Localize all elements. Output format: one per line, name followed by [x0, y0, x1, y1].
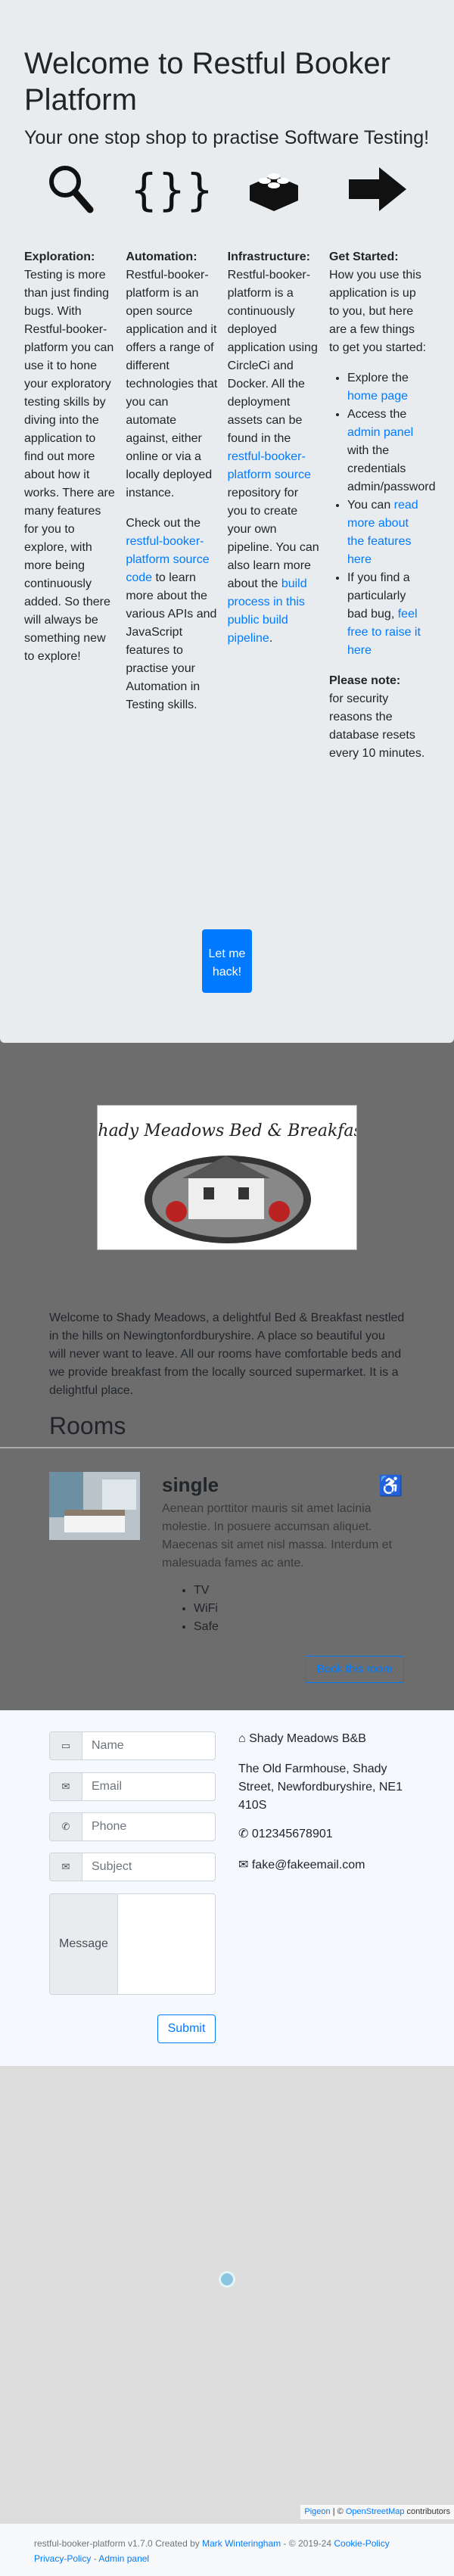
list-item: You can read more about the features her…	[347, 496, 427, 569]
cookie-policy-link[interactable]: Cookie-Policy	[334, 2538, 389, 2549]
search-icon	[24, 163, 117, 227]
list-item: Explore the home page	[347, 369, 427, 406]
lego-brick-icon	[228, 163, 320, 227]
page-title: Welcome to Restful Booker Platform	[24, 47, 390, 117]
admin-panel-link[interactable]: admin panel	[347, 426, 413, 439]
home-page-link[interactable]: home page	[347, 390, 408, 403]
get-started-text: How you use this application is up to yo…	[328, 269, 427, 354]
phone-icon: ✆	[238, 1828, 252, 1840]
list-item: Access the admin panel with the credenti…	[347, 406, 436, 496]
room-image	[49, 1472, 140, 1540]
footer: restful-booker-platform v1.7.0 Created b…	[0, 2524, 454, 2576]
message-field[interactable]: Message	[49, 1893, 216, 1995]
automation-text-2b: to learn more about the various APIs and…	[126, 571, 217, 711]
business-phone: ✆ 012345678901	[238, 1828, 333, 1840]
infrastructure-text-a: Restful-booker-platform is a continuousl…	[227, 269, 318, 445]
get-started-column: Get Started: How you use this application…	[329, 163, 436, 775]
pigeon-link[interactable]: Pigeon	[304, 2507, 330, 2516]
map-attribution: Pigeon | © OpenStreetMap contributors	[300, 2505, 454, 2519]
subject-field[interactable]: ✉ Subject	[49, 1853, 216, 1881]
message-label: Message	[50, 1894, 118, 1994]
room-type: single	[162, 1473, 219, 1496]
page-lead: Your one stop shop to practise Software …	[24, 127, 430, 148]
room-features: TV WiFi Safe	[180, 1582, 219, 1636]
envelope-icon: ✉	[50, 1853, 82, 1881]
infrastructure-column: Infrastructure: Restful-booker-platform i…	[228, 163, 329, 775]
get-started-heading: Get Started:	[328, 250, 399, 263]
phone-field[interactable]: ✆ Phone	[49, 1812, 216, 1841]
welcome-paragraph: Welcome to Shady Meadows, a delightful B…	[49, 1311, 405, 1397]
id-card-icon: ▭	[50, 1732, 82, 1759]
note-heading: Please note:	[328, 674, 401, 687]
automation-column: {}} Automation: Restful-booker-platform i…	[126, 163, 227, 775]
envelope-icon: ✉	[50, 1773, 82, 1800]
email-field[interactable]: ✉ Email	[49, 1772, 216, 1801]
book-room-button[interactable]: Book this room	[305, 1656, 404, 1683]
map-marker-icon[interactable]	[219, 2271, 235, 2288]
exploration-heading: Exploration:	[24, 250, 95, 263]
exploration-column: Exploration: Testing is more than just fi…	[24, 163, 126, 775]
infrastructure-heading: Infrastructure:	[227, 250, 311, 263]
business-address: The Old Farmhouse, Shady Street, Newford…	[238, 1762, 403, 1812]
submit-button[interactable]: Submit	[157, 2014, 216, 2043]
room-description: Aenean porttitor mauris sit amet lacinia…	[162, 1502, 393, 1570]
author-link[interactable]: Mark Winteringham	[202, 2538, 281, 2549]
svg-text:{}}: {}}	[135, 164, 208, 216]
automation-heading: Automation:	[126, 250, 197, 263]
source-repo-link[interactable]: restful-booker-platform source	[228, 450, 311, 481]
infrastructure-text-c: .	[269, 632, 273, 645]
phone-icon: ✆	[50, 1813, 82, 1840]
phone-input[interactable]: Phone	[82, 1813, 215, 1840]
automation-text: Restful-booker-platform is an open sourc…	[126, 269, 218, 499]
divider	[0, 1447, 454, 1448]
exploration-text: Testing is more than just finding bugs. …	[24, 269, 115, 663]
business-name: ⌂ Shady Meadows B&B	[238, 1732, 366, 1745]
list-item: WiFi	[194, 1600, 219, 1618]
get-started-list: Explore the home page Access the admin p…	[329, 369, 436, 660]
list-item: If you find a particularly bad bug, feel…	[347, 569, 427, 660]
code-braces-icon: {}}	[126, 163, 218, 227]
rooms-heading: Rooms	[49, 1412, 126, 1439]
let-me-hack-button[interactable]: Let me hack!	[202, 929, 252, 993]
note-text: for security reasons the database resets…	[328, 692, 425, 760]
automation-text-2a: Check out the	[126, 517, 201, 530]
home-icon: ⌂	[238, 1732, 250, 1745]
subject-input[interactable]: Subject	[82, 1853, 215, 1881]
list-item: Safe	[194, 1618, 219, 1636]
map[interactable]	[0, 2066, 454, 2524]
hotel-logo: Shady Meadows Bed & Breakfast	[97, 1105, 357, 1250]
arrow-right-icon	[329, 163, 427, 227]
message-textarea[interactable]	[118, 1894, 215, 1994]
envelope-icon: ✉	[238, 1859, 252, 1871]
admin-panel-footer-link[interactable]: Admin panel	[98, 2553, 149, 2564]
name-field[interactable]: ▭ Name	[49, 1731, 216, 1760]
svg-text:Shady Meadows Bed & Breakfast: Shady Meadows Bed & Breakfast	[98, 1122, 357, 1140]
name-input[interactable]: Name	[82, 1732, 215, 1759]
infrastructure-text-b: repository for you to create your own pi…	[227, 487, 319, 590]
privacy-policy-link[interactable]: Privacy-Policy	[34, 2553, 91, 2564]
intro-columns: Exploration: Testing is more than just fi…	[24, 163, 436, 775]
osm-link[interactable]: OpenStreetMap	[346, 2507, 405, 2516]
wheelchair-icon: ♿	[378, 1474, 403, 1497]
email-input[interactable]: Email	[82, 1773, 215, 1800]
list-item: TV	[194, 1582, 219, 1600]
business-email: ✉ fake@fakeemail.com	[238, 1859, 365, 1871]
